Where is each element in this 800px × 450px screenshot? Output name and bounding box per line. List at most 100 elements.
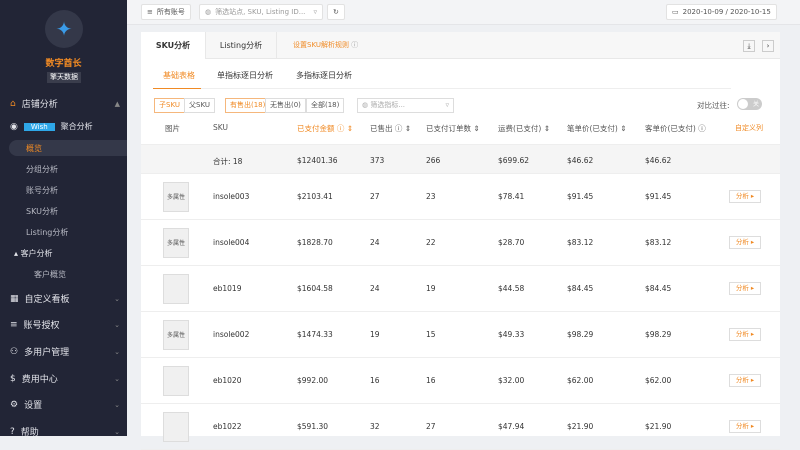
- cell-orders: 16: [426, 376, 436, 385]
- subtab-multi[interactable]: 多指标逐日分析: [296, 70, 352, 81]
- product-thumbnail: 多属性: [163, 320, 189, 350]
- summary-orders: 266: [426, 156, 441, 165]
- parent-sku-button[interactable]: 父SKU: [184, 98, 215, 113]
- analyze-button[interactable]: 分析 ▸: [729, 374, 761, 387]
- product-thumbnail: 多属性: [163, 182, 189, 212]
- table-row: eb1020 $992.00 16 16 $32.00 $62.00 $62.00 分析 ▸: [141, 358, 780, 404]
- dollar-icon: $: [10, 373, 16, 384]
- sidebar-item-account[interactable]: 账号分析: [26, 185, 58, 196]
- tab-sku[interactable]: SKU分析: [141, 32, 206, 59]
- summary-shipping: $699.62: [498, 156, 530, 165]
- compare-toggle[interactable]: 关: [737, 98, 762, 110]
- globe-icon: ◍: [205, 8, 212, 16]
- cell-amount: $1828.70: [297, 238, 333, 247]
- cell-amount: $2103.41: [297, 192, 333, 201]
- site-filter-select[interactable]: ◍ 筛选站点, SKU, Listing ID... ▿: [199, 4, 323, 20]
- help-icon: ⓘ: [351, 41, 359, 49]
- custom-columns-link[interactable]: 自定义列: [735, 123, 763, 133]
- sidebar-item-customer-overview[interactable]: 客户概览: [34, 269, 66, 280]
- cell-orders: 23: [426, 192, 436, 201]
- cell-sold: 24: [370, 284, 380, 293]
- col-sold[interactable]: 已售出 ⓘ ⇕: [370, 123, 411, 134]
- sidebar-item-sku[interactable]: SKU分析: [26, 206, 58, 217]
- sidebar-item-group[interactable]: 分组分析: [26, 164, 58, 175]
- menu-settings[interactable]: ⚙ 设置 ⌄: [10, 398, 120, 412]
- cell-sold: 27: [370, 192, 380, 201]
- subtab-single[interactable]: 单指标逐日分析: [217, 70, 273, 81]
- analyze-button[interactable]: 分析 ▸: [729, 236, 761, 249]
- product-thumbnail: [163, 274, 189, 304]
- chevron-right-icon[interactable]: ›: [762, 40, 774, 52]
- cell-orders: 19: [426, 284, 436, 293]
- cell-amount: $1474.33: [297, 330, 333, 339]
- subtab-basic[interactable]: 基础表格: [163, 70, 195, 81]
- menu-shop-analysis[interactable]: ⌂ 店铺分析 ▲: [10, 97, 120, 111]
- list-icon: ≡: [10, 319, 18, 330]
- analyze-button[interactable]: 分析 ▸: [729, 328, 761, 341]
- cell-per-order: $83.12: [567, 238, 594, 247]
- cell-per-order: $91.45: [567, 192, 594, 201]
- cell-sold: 24: [370, 238, 380, 247]
- menu-billing[interactable]: $ 费用中心 ⌄: [10, 372, 120, 386]
- sidebar-item-overview[interactable]: 概览: [26, 143, 42, 154]
- chevron-up-icon: ▲: [114, 99, 120, 108]
- summary-amount: $12401.36: [297, 156, 338, 165]
- logo-icon: ✦: [45, 10, 83, 48]
- cell-per-customer: $83.12: [645, 238, 672, 247]
- date-range-picker[interactable]: ▭ 2020-10-09 / 2020-10-15: [666, 4, 777, 20]
- cell-shipping: $28.70: [498, 238, 525, 247]
- product-thumbnail: 多属性: [163, 228, 189, 258]
- menu-auth[interactable]: ≡ 账号授权 ⌄: [10, 318, 120, 332]
- unsold-button[interactable]: 无售出(0): [265, 98, 306, 113]
- cell-sold: 32: [370, 422, 380, 431]
- globe-icon: ◍: [362, 101, 369, 109]
- sidebar-item-listing[interactable]: Listing分析: [26, 227, 68, 238]
- cell-shipping: $49.33: [498, 330, 525, 339]
- user-icon: ⚇: [10, 346, 19, 357]
- sidebar-item-customer[interactable]: ▴ 客户分析: [14, 248, 53, 259]
- col-image: 图片: [165, 124, 180, 133]
- cell-sku: eb1022: [213, 422, 242, 431]
- col-per-order[interactable]: 笔单价(已支付) ⇕: [567, 123, 627, 134]
- menu-icon: ≡: [147, 8, 153, 16]
- sold-button[interactable]: 有售出(18): [225, 98, 271, 113]
- menu-dashboard[interactable]: ▦ 自定义看板 ⌄: [10, 292, 120, 306]
- calendar-icon: ▭: [672, 8, 679, 16]
- cell-sku: insole004: [213, 238, 250, 247]
- menu-wish-agg[interactable]: ◉ Wish 聚合分析: [10, 121, 120, 132]
- cell-shipping: $47.94: [498, 422, 525, 431]
- col-amount[interactable]: 已支付金额 ⓘ ⇕: [297, 123, 353, 134]
- cell-sku: insole002: [213, 330, 250, 339]
- summary-per-customer: $46.62: [645, 156, 672, 165]
- cell-sold: 16: [370, 376, 380, 385]
- analyze-button[interactable]: 分析 ▸: [729, 420, 761, 433]
- analyze-button[interactable]: 分析 ▸: [729, 190, 761, 203]
- cell-orders: 22: [426, 238, 436, 247]
- col-orders[interactable]: 已支付订单数 ⇕: [426, 123, 480, 134]
- table-row: 多属性 insole003 $2103.41 27 23 $78.41 $91.45 $91.…: [141, 174, 780, 220]
- accounts-button[interactable]: ≡ 所有账号: [141, 4, 191, 20]
- menu-help[interactable]: ? 帮助 ⌄: [10, 425, 120, 439]
- summary-per-order: $46.62: [567, 156, 594, 165]
- download-icon[interactable]: ⤓: [743, 40, 755, 52]
- refresh-button[interactable]: ↻: [327, 4, 345, 20]
- analyze-button[interactable]: 分析 ▸: [729, 282, 761, 295]
- menu-users[interactable]: ⚇ 多用户管理 ⌄: [10, 345, 120, 359]
- tab-listing[interactable]: Listing分析: [206, 32, 277, 59]
- chevron-down-icon: ⌄: [114, 320, 120, 329]
- cell-shipping: $78.41: [498, 192, 525, 201]
- main-card: SKU分析 Listing分析 设置SKU解析规则 ⓘ ⤓ › 基础表格 单指标…: [141, 32, 780, 450]
- child-sku-button[interactable]: 子SKU: [154, 98, 185, 113]
- col-shipping[interactable]: 运费(已支付) ⇕: [498, 123, 550, 134]
- cell-per-order: $84.45: [567, 284, 594, 293]
- sku-rule-link[interactable]: 设置SKU解析规则 ⓘ: [293, 32, 358, 59]
- cell-sku: eb1020: [213, 376, 242, 385]
- all-button[interactable]: 全部(18): [306, 98, 345, 113]
- cell-shipping: $44.58: [498, 284, 525, 293]
- summary-sold: 373: [370, 156, 385, 165]
- cell-amount: $591.30: [297, 422, 329, 431]
- filter-icon: ▿: [313, 8, 317, 16]
- col-sku: SKU: [213, 123, 228, 132]
- metric-filter-select[interactable]: ◍ 筛选指标... ▿: [357, 98, 454, 113]
- col-per-customer: 客单价(已支付) ⓘ: [645, 124, 706, 133]
